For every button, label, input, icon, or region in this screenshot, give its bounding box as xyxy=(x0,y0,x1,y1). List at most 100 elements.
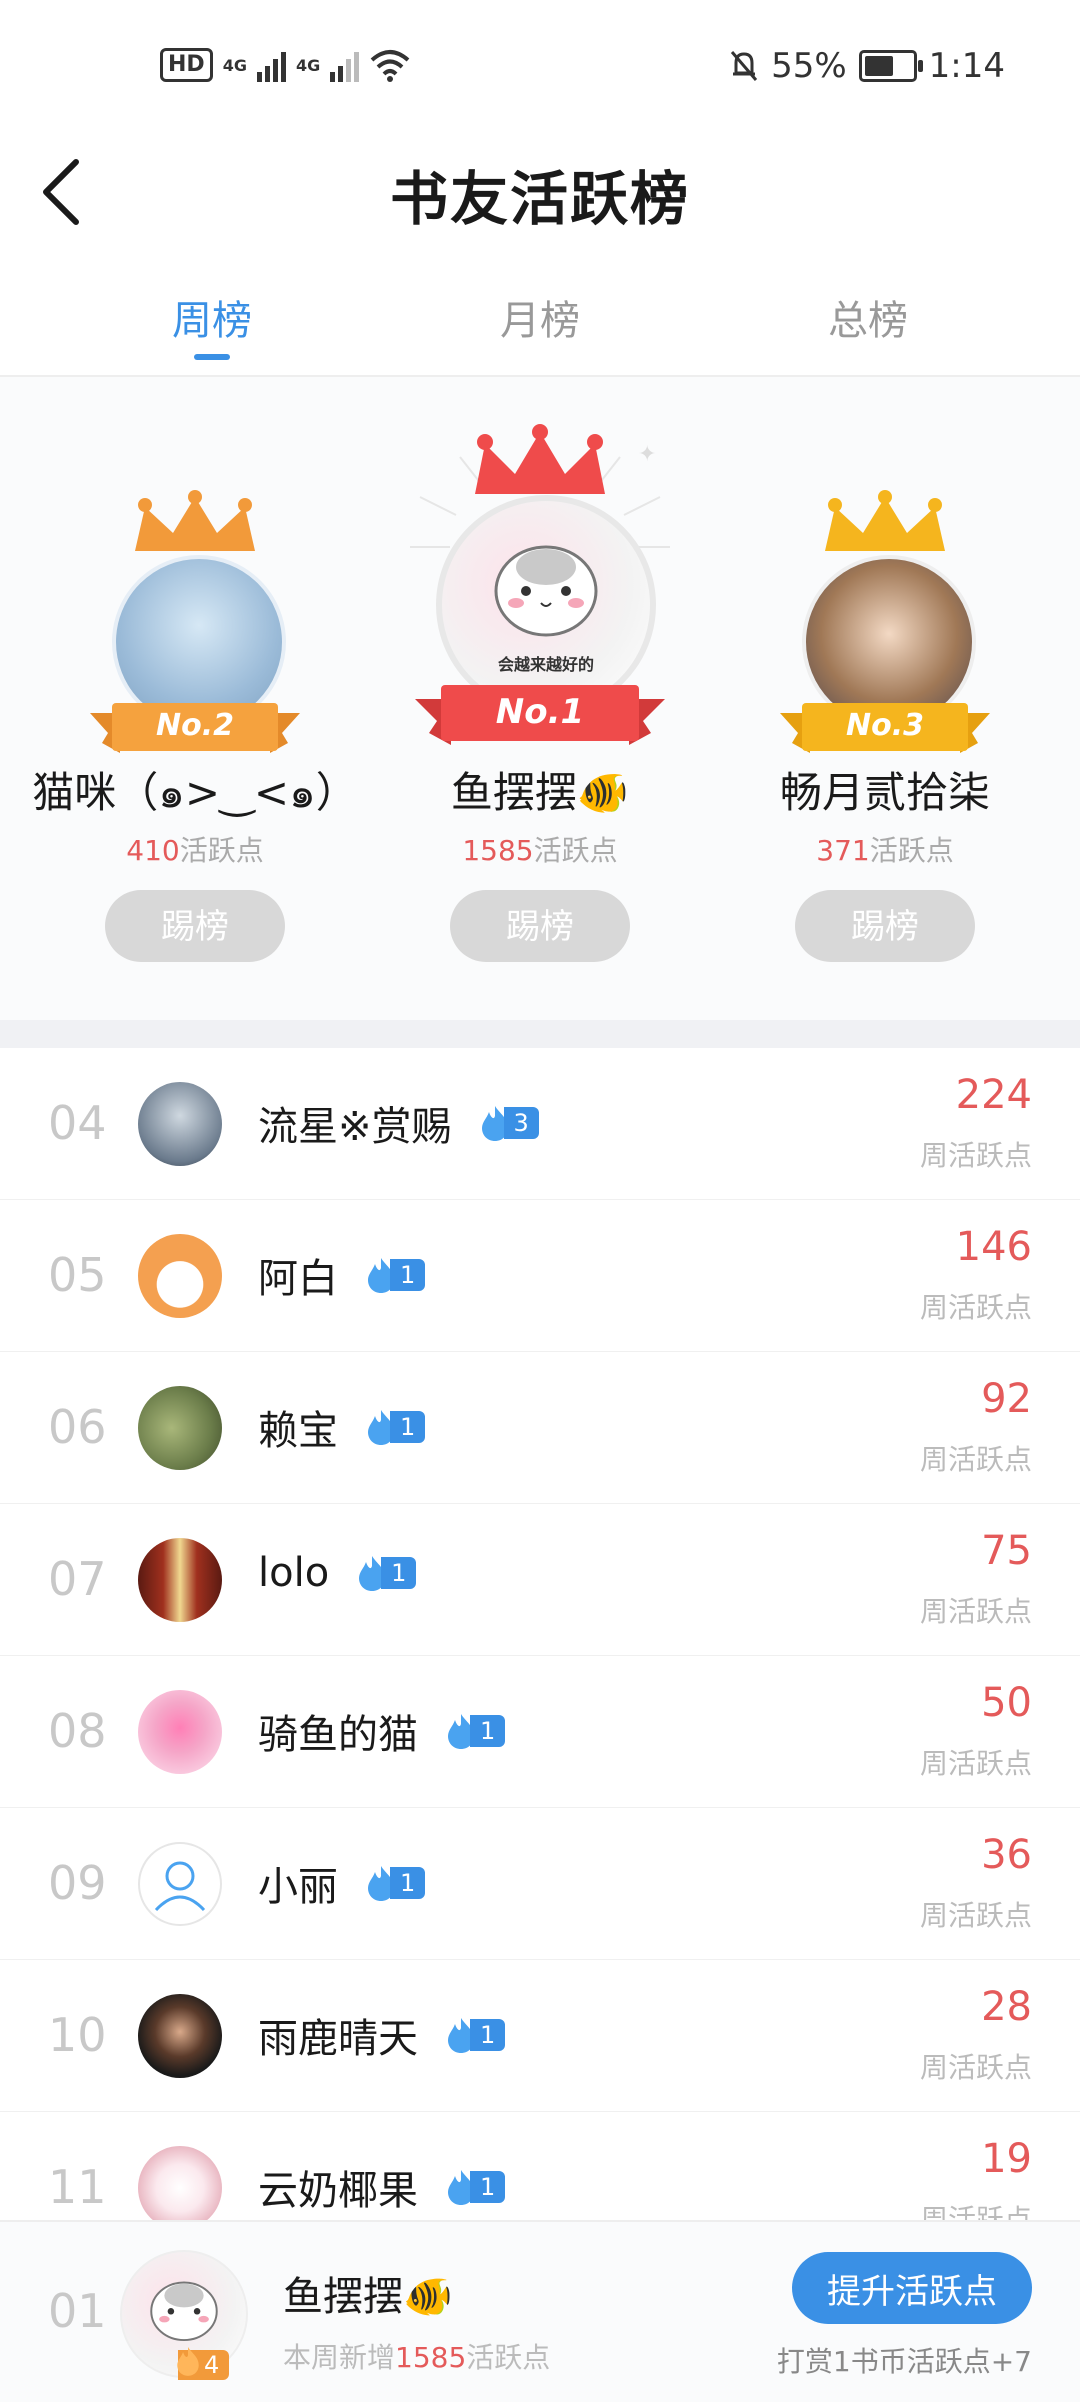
crown-icon xyxy=(135,490,255,551)
hamster-icon xyxy=(494,545,598,637)
list-item[interactable]: 09 小丽 1 36 周活跃点 xyxy=(0,1808,1080,1960)
boost-activity-button[interactable]: 提升活跃点 xyxy=(792,2252,1032,2324)
network-label-2: 4G xyxy=(295,55,321,75)
podium-points: 1585活跃点 xyxy=(375,829,705,869)
avatar[interactable] xyxy=(138,1994,222,2078)
level-number: 1 xyxy=(470,2171,506,2203)
summary-points: 1585 xyxy=(395,2341,467,2374)
list-item[interactable]: 06 赖宝 1 92 周活跃点 xyxy=(0,1352,1080,1504)
points-suffix: 活跃点 xyxy=(533,834,618,867)
default-user-icon xyxy=(154,1861,206,1912)
avatar[interactable] xyxy=(138,2146,222,2220)
points-suffix: 活跃点 xyxy=(179,834,264,867)
signal-icon xyxy=(256,48,286,82)
tab-monthly[interactable]: 月榜 xyxy=(440,288,640,346)
crown-icon xyxy=(825,490,945,551)
kick-button[interactable]: 踢榜 xyxy=(795,890,975,962)
level-badge: 1 xyxy=(444,1714,506,1749)
avatar[interactable] xyxy=(138,1842,222,1926)
score-value: 19 xyxy=(981,2136,1032,2182)
rank-ribbon-first: No.1 xyxy=(415,677,665,753)
score-label: 周活跃点 xyxy=(919,1747,1032,1780)
level-number: 1 xyxy=(470,1715,506,1747)
rank-number: 07 xyxy=(48,1552,107,1606)
svg-text:✦: ✦ xyxy=(638,442,656,467)
score-value: 36 xyxy=(981,1832,1032,1878)
list-item[interactable]: 07 lolo 1 75 周活跃点 xyxy=(0,1504,1080,1656)
tab-monthly-label: 月榜 xyxy=(500,298,580,344)
podium: No.2 猫咪（๑>‿<๑） 410活跃点 踢榜 ✦ 会越来越好的 No.1 鱼… xyxy=(0,377,1080,1020)
summary-suffix: 活跃点 xyxy=(466,2341,551,2374)
avatar-caption: 会越来越好的 xyxy=(497,655,594,674)
user-name: 阿白 1 xyxy=(258,1246,426,1304)
list-item[interactable]: 10 雨鹿晴天 1 28 周活跃点 xyxy=(0,1960,1080,2112)
tab-active-indicator xyxy=(194,354,230,360)
avatar[interactable] xyxy=(138,1082,222,1166)
ranking-tabs: 周榜 月榜 总榜 xyxy=(0,260,1080,377)
podium-name: 猫咪（๑>‿<๑） xyxy=(32,768,358,817)
my-weekly-summary: 本周新增1585活跃点 xyxy=(283,2336,550,2376)
level-badge: 1 xyxy=(355,1556,417,1591)
podium-first: ✦ 会越来越好的 No.1 鱼摆摆🐠 1585活跃点 踢榜 xyxy=(375,377,705,1020)
kick-button[interactable]: 踢榜 xyxy=(105,890,285,962)
avatar[interactable] xyxy=(138,1538,222,1622)
user-name-text: lolo xyxy=(258,1550,330,1596)
my-rank-bar: 01 4 鱼摆摆🐠 本周新增1585活跃点 提升活跃点 打赏1书币活跃点+7 xyxy=(0,2220,1080,2402)
score-value: 92 xyxy=(981,1376,1032,1422)
clock: 1:14 xyxy=(928,46,1005,86)
battery-icon xyxy=(858,50,923,82)
tab-total-label: 总榜 xyxy=(828,298,908,344)
rank-badge-text: No.1 xyxy=(495,692,585,732)
user-name: 流星※赏赐 3 xyxy=(258,1094,539,1152)
reward-hint: 打赏1书币活跃点+7 xyxy=(776,2345,1032,2378)
podium-name: 畅月贰拾柒 xyxy=(779,768,990,817)
my-level-badge: 4 xyxy=(177,2347,230,2380)
score-label: 周活跃点 xyxy=(919,2203,1032,2220)
score-label: 周活跃点 xyxy=(919,1443,1032,1476)
network-label-1: 4G xyxy=(222,55,247,75)
podium-second: No.2 猫咪（๑>‿<๑） 410活跃点 踢榜 xyxy=(30,377,360,1020)
rank-number: 08 xyxy=(48,1704,107,1758)
ranking-list[interactable]: 04 流星※赏赐 3 224 周活跃点 05 阿白 1 146 周活跃点 06 赖宝… xyxy=(0,1048,1080,2220)
level-number: 1 xyxy=(390,1411,426,1443)
my-rank-number: 01 xyxy=(48,2284,107,2338)
avatar[interactable] xyxy=(138,1386,222,1470)
score-label: 周活跃点 xyxy=(919,1291,1032,1324)
score-label: 周活跃点 xyxy=(919,1595,1032,1628)
flame-icon xyxy=(177,2347,199,2376)
user-name-text: 赖宝 xyxy=(258,1408,338,1454)
rank-badge-text: No.2 xyxy=(156,708,234,743)
avatar[interactable] xyxy=(138,1690,222,1774)
level-badge: 1 xyxy=(444,2018,506,2053)
level-badge: 3 xyxy=(478,1106,539,1141)
hd-voice-icon: HD xyxy=(160,48,213,82)
list-item[interactable]: 08 骑鱼的猫 1 50 周活跃点 xyxy=(0,1656,1080,1808)
user-name: 雨鹿晴天 1 xyxy=(258,2006,506,2064)
score-label: 周活跃点 xyxy=(919,2051,1032,2084)
level-badge: 1 xyxy=(444,2170,506,2205)
score-value: 224 xyxy=(955,1072,1032,1118)
list-item[interactable]: 11 云奶椰果 1 19 周活跃点 xyxy=(0,2112,1080,2220)
tab-weekly[interactable]: 周榜 xyxy=(112,288,312,360)
signal-icon-2 xyxy=(330,48,360,82)
list-item[interactable]: 05 阿白 1 146 周活跃点 xyxy=(0,1200,1080,1352)
tab-total[interactable]: 总榜 xyxy=(768,288,968,346)
points-suffix: 活跃点 xyxy=(869,834,954,867)
user-name: lolo 1 xyxy=(258,1550,417,1596)
list-item[interactable]: 04 流星※赏赐 3 224 周活跃点 xyxy=(0,1048,1080,1200)
user-name-text: 流星※赏赐 xyxy=(258,1104,452,1150)
level-number: 1 xyxy=(381,1557,417,1589)
avatar[interactable] xyxy=(138,1234,222,1318)
user-name-text: 阿白 xyxy=(258,1256,338,1302)
section-divider xyxy=(0,1020,1080,1048)
hamster-icon xyxy=(150,2281,218,2342)
score-value: 28 xyxy=(981,1984,1032,2030)
status-bar: HD 4G 4G 55% 1:14 xyxy=(0,0,1080,130)
points-value: 371 xyxy=(816,834,870,867)
user-name-text: 骑鱼的猫 xyxy=(258,1712,418,1758)
kick-button[interactable]: 踢榜 xyxy=(450,890,630,962)
level-badge: 1 xyxy=(364,1258,426,1293)
rank-badge-text: No.3 xyxy=(846,708,924,743)
score-label: 周活跃点 xyxy=(919,1139,1032,1172)
level-number: 3 xyxy=(503,1107,539,1139)
